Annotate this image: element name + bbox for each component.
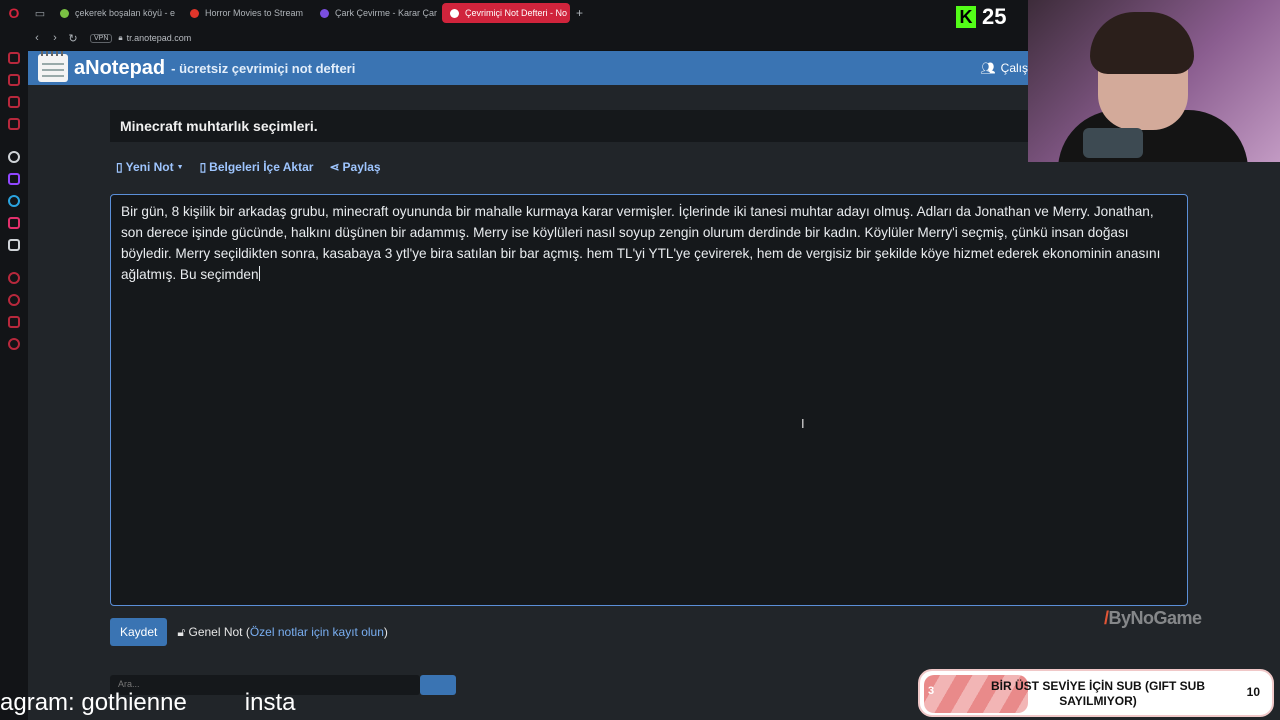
history-icon[interactable]: [8, 294, 20, 306]
browser-sidebar: [0, 26, 28, 720]
tab-label: Horror Movies to Stream: [205, 8, 304, 18]
visibility-info: 🔓︎ Genel Not (Özel notlar için kayıt olu…: [177, 624, 388, 639]
sub-goal-current: 3: [928, 685, 935, 697]
sidebar-icon[interactable]: [8, 272, 20, 284]
sidebar-icon[interactable]: [8, 52, 20, 64]
kick-viewer-badge: K 25: [956, 4, 1006, 30]
unlock-icon: 🔓︎: [177, 624, 186, 639]
webcam-hair: [1090, 12, 1194, 74]
favicon-icon: [320, 8, 329, 18]
opera-logo-icon[interactable]: O: [0, 0, 28, 26]
favicon-icon: [60, 8, 69, 18]
tab-overview-icon[interactable]: ▭: [28, 0, 52, 26]
sidebar-icon[interactable]: [8, 316, 20, 328]
share-button[interactable]: ⋖ Paylaş: [329, 160, 380, 174]
viewer-count: 25: [982, 4, 1007, 29]
sub-goal-banner: 3 BİR ÜST SEVİYE İÇİN SUB (GIFT SUB SAYI…: [918, 669, 1274, 717]
url-field[interactable]: tr.anotepad.com: [127, 33, 192, 43]
tab-label: çekerek boşalan köyü - e: [75, 8, 176, 18]
vpn-badge[interactable]: VPN: [90, 33, 113, 43]
site-brand[interactable]: aNotepad: [74, 57, 165, 80]
sub-goal-text: BİR ÜST SEVİYE İÇİN SUB (GIFT SUB SAYILM…: [990, 679, 1206, 708]
new-note-dropdown[interactable]: ▯ Yeni Not ▼: [116, 160, 184, 174]
note-body-text: Bir gün, 8 kişilik bir arkadaş grubu, mi…: [121, 204, 1161, 282]
browser-tab[interactable]: Çark Çevirme - Karar Çar: [312, 3, 440, 23]
notepad-logo-icon[interactable]: [38, 51, 68, 82]
tab-label: Çark Çevirme - Karar Çar: [335, 8, 438, 18]
site-tagline: - ücretsiz çevrimiçi not defteri: [171, 60, 356, 76]
telegram-icon[interactable]: [8, 195, 20, 207]
search-button[interactable]: [420, 675, 456, 695]
social-ticker: agram: gothienne insta: [0, 689, 296, 719]
new-tab-icon[interactable]: +: [576, 6, 583, 20]
document-icon: ▯: [116, 160, 123, 174]
sub-goal-target: 10: [1246, 685, 1260, 699]
twitch-icon[interactable]: [8, 173, 20, 185]
address-bar: ‹ › ↻ VPN 🔒︎ tr.anotepad.com: [28, 26, 1028, 50]
share-icon: ⋖: [329, 160, 340, 174]
note-editor[interactable]: Bir gün, 8 kişilik bir arkadaş grubu, mi…: [110, 194, 1188, 606]
note-toolbar: ▯ Yeni Not ▼ ▯ Belgeleri İçe Aktar ⋖ Pay…: [116, 160, 381, 174]
sidebar-icon[interactable]: [8, 96, 20, 108]
gear-icon[interactable]: [8, 338, 20, 350]
sidebar-icon[interactable]: [8, 118, 20, 130]
forward-icon[interactable]: ›: [46, 32, 64, 44]
browser-tab[interactable]: Horror Movies to Stream: [182, 3, 310, 23]
favicon-icon: [190, 8, 199, 18]
save-row: Kaydet 🔓︎ Genel Not (Özel notlar için ka…: [110, 618, 388, 646]
tab-label: Çevrimiçi Not Defteri - No: [465, 8, 568, 18]
sponsor-watermark: /ByNoGame: [1104, 608, 1202, 628]
save-button[interactable]: Kaydet: [110, 618, 168, 646]
back-icon[interactable]: ‹: [28, 32, 46, 44]
reload-icon[interactable]: ↻: [64, 32, 82, 45]
site-header: aNotepad - ücretsiz çevrimiçi not defter…: [28, 51, 1028, 85]
note-title-input[interactable]: Minecraft muhtarlık seçimleri.: [110, 110, 1028, 142]
lock-icon[interactable]: 🔒︎: [118, 33, 122, 43]
x-icon[interactable]: [8, 239, 20, 251]
microphone-icon: [1083, 128, 1143, 158]
settings-icon[interactable]: [8, 151, 20, 163]
text-cursor: [258, 266, 260, 281]
browser-tab-active[interactable]: Çevrimiçi Not Defteri - No: [442, 3, 570, 23]
ticker-text: insta: [244, 689, 296, 716]
ticker-text: agram: gothienne: [0, 689, 187, 716]
import-docs-button[interactable]: ▯ Belgeleri İçe Aktar: [200, 160, 314, 174]
favicon-icon: [450, 8, 459, 18]
header-user-link[interactable]: 👥︎ Çalış: [980, 61, 1028, 75]
ibeam-cursor-icon: I: [801, 416, 805, 431]
register-link[interactable]: Özel notlar için kayıt olun: [250, 625, 384, 639]
kick-logo-icon: K: [956, 6, 976, 28]
chevron-down-icon: ▼: [176, 163, 184, 171]
webcam-overlay: [1028, 0, 1280, 162]
users-icon: 👥︎: [980, 61, 996, 75]
file-import-icon: ▯: [199, 160, 207, 174]
instagram-icon[interactable]: [8, 217, 20, 229]
browser-tab[interactable]: çekerek boşalan köyü - e: [52, 3, 180, 23]
page-body: Minecraft muhtarlık seçimleri. ▯ Yeni No…: [28, 85, 1280, 720]
sidebar-icon[interactable]: [8, 74, 20, 86]
